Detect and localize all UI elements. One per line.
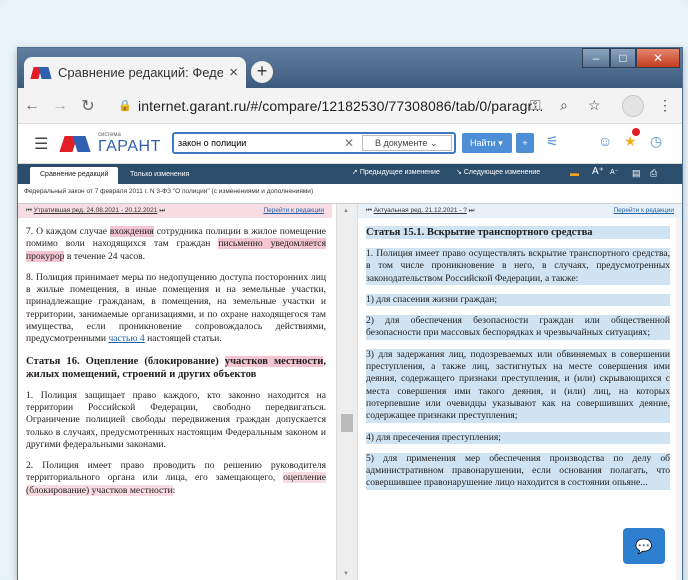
browser-titlebar: Сравнение редакций: Федерал × + – □ ✕: [18, 48, 682, 88]
new-version-pane: ⏮ Актуальная ред. 21.12.2021 - ? ⏭ Перей…: [358, 204, 682, 580]
article-heading: Статья 16. Оцепление (блокирование) учас…: [26, 355, 326, 381]
page-frame: Сравнение редакций: Федерал × + – □ ✕ ← …: [0, 0, 688, 580]
prev-change-label: Предыдущее изменение: [359, 169, 440, 176]
garant-header: ☰ система ГАРАНТ ✕ В документе ⌄ Найти ▾…: [18, 124, 682, 164]
center-scrollbar[interactable]: ▲ ▼: [336, 204, 358, 580]
old-version-text: 7. О каждом случае вхождения сотрудника …: [26, 226, 326, 506]
prev-change-button[interactable]: ➚ Предыдущее изменение: [352, 168, 440, 176]
comparison-panes: ⏮ Утратившая ред. 24.08.2021 - 20.12.202…: [18, 203, 682, 580]
online-chat-button[interactable]: 💬: [623, 528, 665, 564]
changed-text: вхождения: [109, 226, 154, 237]
new-version-label[interactable]: Актуальная ред. 21.12.2021 - ?: [374, 207, 467, 214]
paragraph: 2) для обеспечения безопасности граждан …: [366, 315, 670, 340]
paragraph: 2. Полиция имеет право проводить по реше…: [26, 460, 326, 497]
search-box: ✕ В документе ⌄: [172, 132, 456, 154]
search-input[interactable]: [174, 138, 334, 148]
text: 7. О каждом случае: [26, 226, 110, 237]
paragraph: 3) для задержания лиц, подозреваемых или…: [366, 348, 670, 423]
minimize-button[interactable]: –: [582, 48, 610, 68]
scroll-thumb[interactable]: [341, 414, 353, 432]
scroll-up-icon[interactable]: ▲: [343, 208, 349, 214]
document-title: Федеральный закон от 7 февраля 2011 г. N…: [24, 188, 314, 195]
find-button[interactable]: Найти ▾: [462, 133, 512, 153]
text: Статья 16. Оцепление (блокирование): [26, 355, 225, 367]
old-version-pane: ⏮ Утратившая ред. 24.08.2021 - 20.12.202…: [18, 204, 332, 580]
logo-name: ГАРАНТ: [98, 138, 161, 155]
browser-menu-icon[interactable]: ⋮: [658, 97, 672, 114]
history-icon[interactable]: ◷: [650, 133, 662, 150]
tab-close-icon[interactable]: ×: [229, 64, 238, 81]
paragraph: 1. Полиция имеет право осуществлять вскр…: [366, 248, 670, 285]
text: настоящей статьи.: [144, 333, 222, 345]
chat-icon: 💬: [635, 538, 653, 554]
paragraph: 5) для применения мер обеспечения произв…: [366, 452, 670, 490]
old-version-label[interactable]: Утратившая ред. 24.08.2021 - 20.12.2021: [34, 207, 158, 214]
bookmark-star-icon[interactable]: ☆: [588, 97, 601, 114]
hamburger-menu-icon[interactable]: ☰: [34, 134, 48, 154]
url-field[interactable]: internet.garant.ru/#/compare/12182530/77…: [138, 98, 544, 114]
garant-logo-mark: [62, 136, 90, 156]
search-scope-select[interactable]: В документе ⌄: [362, 135, 452, 151]
lock-icon: 🔒: [118, 100, 132, 112]
new-tab-button[interactable]: +: [251, 61, 273, 83]
key-icon[interactable]: ⚿: [530, 97, 541, 114]
close-window-button[interactable]: ✕: [636, 48, 680, 68]
scroll-down-icon[interactable]: ▼: [343, 571, 349, 577]
highlighter-icon[interactable]: ▬: [570, 168, 579, 178]
new-version-text: Статья 15.1. Вскрытие транспортного сред…: [366, 226, 670, 499]
find-button-label: Найти: [470, 138, 496, 148]
garant-logo[interactable]: система ГАРАНТ: [62, 132, 182, 158]
forward-icon[interactable]: →: [46, 97, 74, 115]
save-icon[interactable]: ▤: [632, 168, 641, 179]
font-increase-icon[interactable]: A⁺: [592, 166, 604, 177]
new-header-prefix: ⏮: [366, 207, 374, 214]
old-go-to-edition-link[interactable]: Перейти к редакции: [263, 204, 324, 218]
garant-favicon-icon: [32, 67, 50, 79]
chat-users-icon[interactable]: ☺: [598, 133, 612, 149]
address-bar: ← → ↻ 🔒 internet.garant.ru/#/compare/121…: [18, 88, 682, 124]
paragraph: 8. Полиция принимает меры по недопущению…: [26, 272, 326, 346]
new-version-header: ⏮ Актуальная ред. 21.12.2021 - ? ⏭ Перей…: [358, 204, 682, 218]
search-options-button[interactable]: +: [516, 133, 534, 153]
next-change-label: Следующее изменение: [463, 169, 541, 176]
paragraph: 4) для пресечения преступления;: [366, 431, 670, 444]
new-header-suffix: ⏭: [466, 207, 475, 214]
old-header-suffix: ⏭: [157, 207, 166, 214]
paragraph: 7. О каждом случае вхождения сотрудника …: [26, 226, 326, 263]
search-scope-label: В документе: [375, 138, 428, 148]
article-heading: Статья 15.1. Вскрытие транспортного сред…: [366, 226, 670, 239]
maximize-button[interactable]: □: [610, 48, 636, 68]
compare-toolbar: Сравнение редакций Только изменения ➚ Пр…: [18, 164, 682, 184]
old-header-prefix: ⏮: [26, 207, 34, 214]
tab-only-changes[interactable]: Только изменения: [120, 167, 199, 184]
browser-tab[interactable]: Сравнение редакций: Федерал ×: [24, 57, 246, 88]
changed-text: участков местности: [224, 355, 324, 367]
back-icon[interactable]: ←: [18, 97, 46, 115]
browser-window: Сравнение редакций: Федерал × + – □ ✕ ← …: [18, 48, 682, 580]
profile-avatar[interactable]: [622, 95, 644, 117]
clear-search-icon[interactable]: ✕: [344, 136, 354, 150]
new-go-to-edition-link[interactable]: Перейти к редакции: [613, 204, 674, 218]
text: :: [172, 484, 176, 496]
text: в течение 24 часов.: [64, 250, 146, 262]
search-settings-icon[interactable]: ⚟: [546, 133, 559, 150]
right-scrollbar[interactable]: [676, 218, 682, 580]
zoom-icon[interactable]: ⌕: [560, 97, 568, 114]
text: 2. Полиция имеет право проводить по реше…: [26, 460, 326, 484]
print-icon[interactable]: ⎙: [650, 168, 657, 179]
reload-icon[interactable]: ↻: [74, 96, 102, 116]
article-part-link[interactable]: частью 4: [108, 333, 144, 344]
paragraph: 1) для спасения жизни граждан;: [366, 293, 670, 307]
old-version-header: ⏮ Утратившая ред. 24.08.2021 - 20.12.202…: [18, 204, 332, 218]
notification-badge: [632, 128, 640, 136]
next-change-button[interactable]: ↘ Следующее изменение: [456, 168, 540, 176]
font-decrease-icon[interactable]: A⁻: [610, 168, 618, 176]
tab-compare-editions[interactable]: Сравнение редакций: [30, 167, 119, 184]
paragraph: 1. Полиция защищает право каждого, кто з…: [26, 389, 326, 450]
tab-title: Сравнение редакций: Федерал: [58, 65, 224, 80]
